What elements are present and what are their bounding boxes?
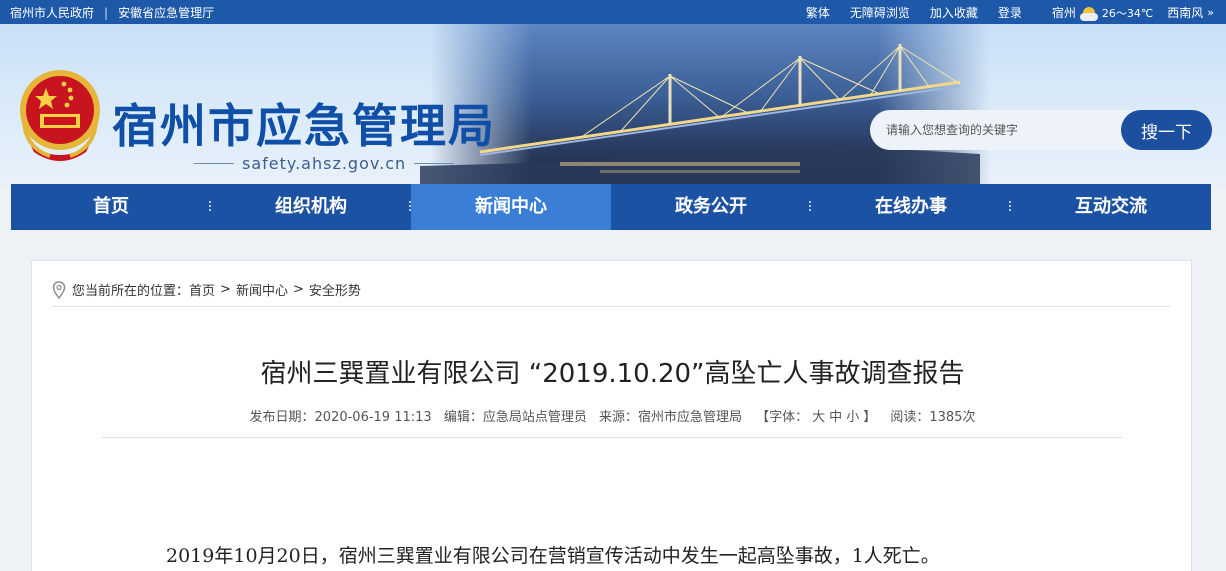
content-panel: 您当前所在的位置： 首页 > 新闻中心 > 安全形势 宿州三巽置业有限公司 “2… bbox=[31, 260, 1192, 571]
breadcrumb-separator: > bbox=[292, 282, 304, 297]
font-size-suffix: 】 bbox=[863, 410, 877, 425]
search-input[interactable] bbox=[870, 110, 1160, 150]
nav-item-organization[interactable]: 组织机构 bbox=[211, 184, 411, 230]
weather-city: 宿州 bbox=[1051, 6, 1076, 20]
breadcrumb-news[interactable]: 新闻中心 bbox=[236, 280, 288, 299]
site-domain: safety.ahsz.gov.cn bbox=[242, 154, 407, 173]
partly-cloudy-icon bbox=[1079, 6, 1100, 21]
nav-item-interaction[interactable]: 互动交流 bbox=[1011, 184, 1211, 230]
link-add-favorite[interactable]: 加入收藏 bbox=[930, 4, 978, 21]
article-title: 宿州三巽置业有限公司 “2019.10.20”高坠亡人事故调查报告 bbox=[260, 359, 965, 389]
font-size-medium[interactable]: 中 bbox=[829, 410, 842, 425]
site-domain-row: safety.ahsz.gov.cn bbox=[186, 154, 462, 173]
font-size-small[interactable]: 小 bbox=[846, 410, 859, 425]
font-size-switcher: 【字体：大中小】 bbox=[754, 410, 878, 425]
nav-item-home[interactable]: 首页 bbox=[11, 184, 211, 230]
divider: | bbox=[104, 5, 109, 20]
nav-item-label: 新闻中心 bbox=[475, 196, 547, 217]
link-login[interactable]: 登录 bbox=[998, 4, 1022, 21]
search-button[interactable]: 搜一下 bbox=[1121, 110, 1212, 150]
nav-item-government-affairs[interactable]: 政务公开 bbox=[611, 184, 811, 230]
article-source: 来源：宿州市应急管理局 bbox=[598, 410, 742, 425]
top-bar: 宿州市人民政府 | 安徽省应急管理厅 繁体 无障碍浏览 加入收藏 登录 宿州 2… bbox=[0, 0, 1226, 24]
breadcrumb-separator: > bbox=[220, 282, 231, 297]
bridge-illustration bbox=[420, 44, 980, 184]
top-links-right: 繁体 无障碍浏览 加入收藏 登录 宿州 26～34℃ 西南风 » bbox=[786, 4, 1214, 21]
breadcrumb-safety[interactable]: 安全形势 bbox=[309, 280, 361, 299]
site-title: 宿州市应急管理局 bbox=[112, 99, 496, 153]
breadcrumb-home[interactable]: 首页 bbox=[189, 280, 215, 299]
view-count: 阅读：1385次 bbox=[890, 410, 976, 425]
nav-item-label: 在线办事 bbox=[875, 196, 947, 217]
article-meta: 发布日期：2020-06-19 11:13 编辑：应急局站点管理员 来源：宿州市… bbox=[32, 406, 1193, 425]
font-size-prefix: 【字体： bbox=[756, 410, 809, 425]
nav-item-online-services[interactable]: 在线办事 bbox=[811, 184, 1011, 230]
weather-temp: 26～34℃ bbox=[1101, 6, 1154, 20]
weather-wind: 西南风 bbox=[1167, 6, 1204, 20]
nav-item-label: 组织机构 bbox=[275, 196, 347, 217]
national-emblem-icon bbox=[20, 70, 100, 161]
link-traditional-chinese[interactable]: 繁体 bbox=[806, 4, 830, 21]
chevron-right-icon[interactable]: » bbox=[1207, 6, 1214, 19]
link-province-department[interactable]: 安徽省应急管理厅 bbox=[118, 4, 214, 21]
domain-divider-right bbox=[414, 163, 455, 164]
top-links-left: 宿州市人民政府 | 安徽省应急管理厅 bbox=[10, 4, 214, 21]
divider bbox=[102, 437, 1122, 438]
search-box: 搜一下 bbox=[870, 110, 1212, 150]
domain-divider-left bbox=[194, 163, 234, 164]
header-banner: 宿州市应急管理局 safety.ahsz.gov.cn 搜一下 bbox=[0, 24, 1226, 185]
publish-date: 发布日期：2020-06-19 11:13 bbox=[249, 410, 432, 425]
location-pin-icon bbox=[52, 280, 66, 299]
link-accessibility[interactable]: 无障碍浏览 bbox=[850, 4, 910, 21]
breadcrumb-prefix: 您当前所在的位置： bbox=[72, 284, 190, 299]
breadcrumb: 您当前所在的位置： 首页 > 新闻中心 > 安全形势 bbox=[52, 273, 1170, 307]
link-city-government[interactable]: 宿州市人民政府 bbox=[10, 4, 94, 21]
nav-item-label: 政务公开 bbox=[675, 196, 747, 217]
main-nav: 首页 组织机构 新闻中心 政务公开 在线办事 互动交流 bbox=[11, 184, 1211, 230]
font-size-large[interactable]: 大 bbox=[812, 410, 825, 425]
article-editor: 编辑：应急局站点管理员 bbox=[443, 410, 587, 425]
nav-item-news[interactable]: 新闻中心 bbox=[411, 184, 611, 230]
nav-item-label: 首页 bbox=[93, 196, 129, 217]
article-paragraph: 2019年10月20日，宿州三巽置业有限公司在营销宣传活动中发生一起高坠事故，1… bbox=[166, 545, 940, 567]
nav-item-label: 互动交流 bbox=[1075, 196, 1147, 217]
